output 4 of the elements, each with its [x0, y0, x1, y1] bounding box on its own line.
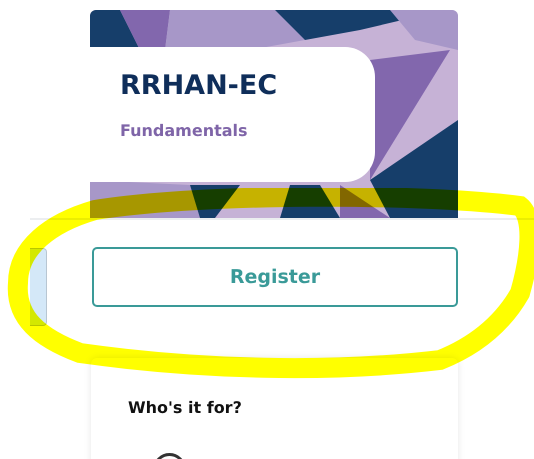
audience-heading: Who's it for? — [128, 398, 243, 417]
course-title: RRHAN-EC — [120, 71, 278, 101]
course-subtitle: Fundamentals — [120, 120, 248, 140]
register-button[interactable]: Register — [92, 247, 458, 307]
